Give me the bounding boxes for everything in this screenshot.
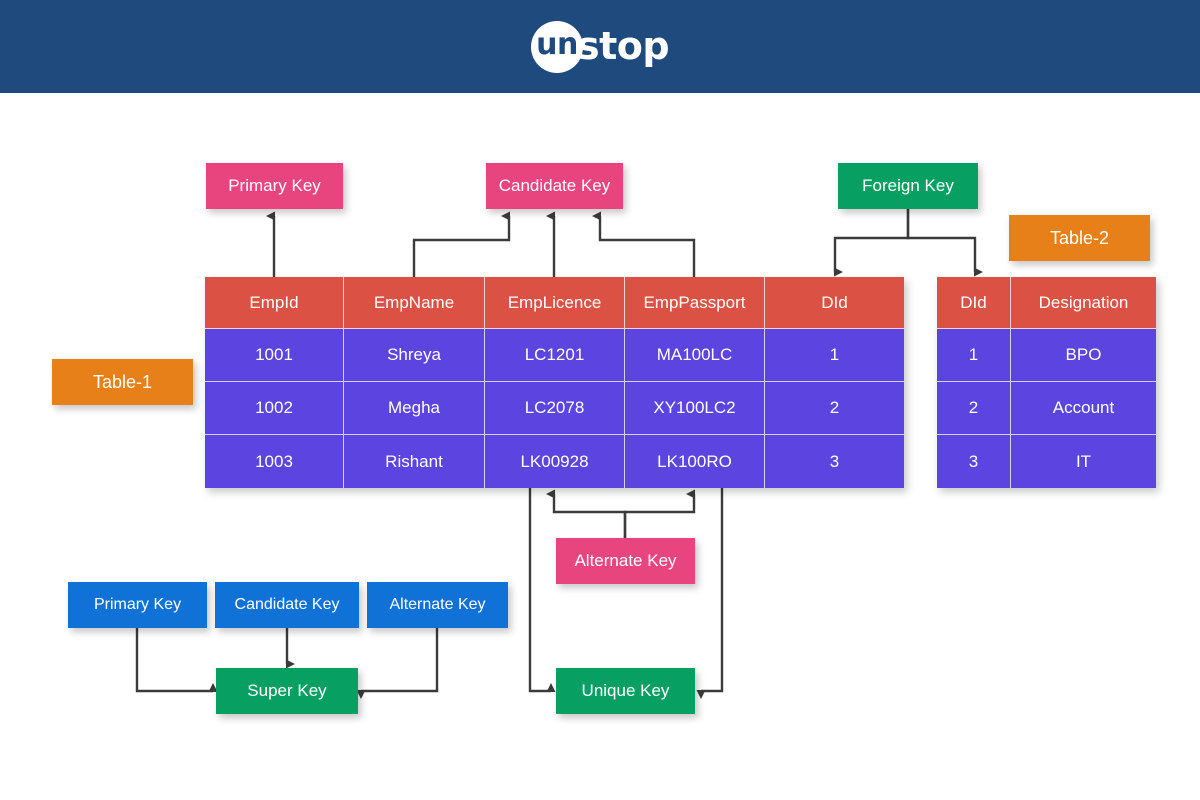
legend-primary-key[interactable]: Primary Key [68,582,207,628]
table-2: DId Designation 1 BPO 2 Account 3 IT [937,277,1156,488]
table-1-r1-c1: Megha [344,382,485,435]
table-1-header-row: EmpId EmpName EmpLicence EmpPassport DId [205,277,904,329]
annotation-table2-label-text: Table-2 [1049,227,1110,248]
table-1-r2-c2: LK00928 [485,435,625,488]
legend-unique-key[interactable]: Unique Key [556,668,695,714]
annotation-table1-label-text: Table-1 [92,371,153,392]
logo-un-text: un [536,27,578,62]
wire-foreignkey-to-did-table2 [906,207,983,277]
table-1-col-3: EmpPassport [625,277,765,329]
table-1-r0-c2: LC1201 [485,329,625,382]
table-1-col-2: EmpLicence [485,277,625,329]
legend-alternate-key-label: Alternate Key [389,596,486,613]
table-2-r1-c0: 2 [937,382,1011,435]
table-row: 1002 Megha LC2078 XY100LC2 2 [205,382,904,435]
table-2-r1-c1: Account [1011,382,1156,435]
annotation-table2-label[interactable]: Table-2 [1009,215,1150,261]
wire-primarykey-to-superkey [135,628,218,693]
table-1: EmpId EmpName EmpLicence EmpPassport DId… [205,277,904,488]
wire-emplicence-to-uniquekey [528,488,556,693]
table-1-r1-c2: LC2078 [485,382,625,435]
table-1-col-1: EmpName [344,277,485,329]
annotation-foreign-key-label: Foreign Key [862,176,954,195]
annotation-alternate-key-label: Alternate Key [574,551,677,570]
table-row: 2 Account [937,382,1156,435]
table-1-r2-c3: LK100RO [625,435,765,488]
table-1-r0-c1: Shreya [344,329,485,382]
table-1-col-4: DId [765,277,904,329]
legend-candidate-key[interactable]: Candidate Key [215,582,359,628]
annotation-foreign-key[interactable]: Foreign Key [838,163,978,209]
table-2-col-0: DId [937,277,1011,329]
table-2-header-row: DId Designation [937,277,1156,329]
table-row: 1001 Shreya LC1201 MA100LC 1 [205,329,904,382]
wire-candidatekey-to-emppassport [592,211,696,277]
logo-circle-icon: un [530,20,583,73]
table-2-r2-c0: 3 [937,435,1011,488]
legend-primary-key-label: Primary Key [93,596,182,613]
annotation-alternate-key[interactable]: Alternate Key [556,538,695,584]
annotation-candidate-key[interactable]: Candidate Key [486,163,623,209]
legend-super-key-label: Super Key [247,681,327,700]
table-2-r0-c1: BPO [1011,329,1156,382]
annotation-primary-key-label: Primary Key [228,176,321,195]
legend-alternate-key[interactable]: Alternate Key [367,582,508,628]
table-1-r0-c0: 1001 [205,329,344,382]
table-1-r2-c4: 3 [765,435,904,488]
legend-candidate-key-label: Candidate Key [234,596,340,613]
table-1-r2-c0: 1003 [205,435,344,488]
table-2-r2-c1: IT [1011,435,1156,488]
legend-unique-key-label: Unique Key [581,681,670,700]
table-1-r2-c1: Rishant [344,435,485,488]
table-1-r1-c3: XY100LC2 [625,382,765,435]
wire-alternatekey-to-superkey [356,628,439,699]
wire-candidatekey-to-empname [412,211,511,277]
table-row: 1003 Rishant LK00928 LK100RO 3 [205,435,904,488]
annotation-candidate-key-label: Candidate Key [498,176,611,195]
wire-alternatekey-to-emplicence [546,489,627,538]
table-1-col-0: EmpId [205,277,344,329]
table-1-r1-c0: 1002 [205,382,344,435]
table-2-col-1: Designation [1011,277,1156,329]
table-1-r0-c4: 1 [765,329,904,382]
legend-super-key[interactable]: Super Key [216,668,358,714]
table-row: 1 BPO [937,329,1156,382]
annotation-primary-key[interactable]: Primary Key [206,163,343,209]
annotation-table1-label[interactable]: Table-1 [52,359,193,405]
table-1-r0-c3: MA100LC [625,329,765,382]
wire-emppassport-to-uniquekey [696,488,724,699]
table-1-r1-c4: 2 [765,382,904,435]
wire-foreignkey-to-did-table1 [833,207,910,277]
table-2-r0-c0: 1 [937,329,1011,382]
diagram-canvas: un stop Primary Key Candidate Key Foreig… [0,0,1200,800]
table-row: 3 IT [937,435,1156,488]
wire-alternatekey-to-emppassport [623,489,696,538]
